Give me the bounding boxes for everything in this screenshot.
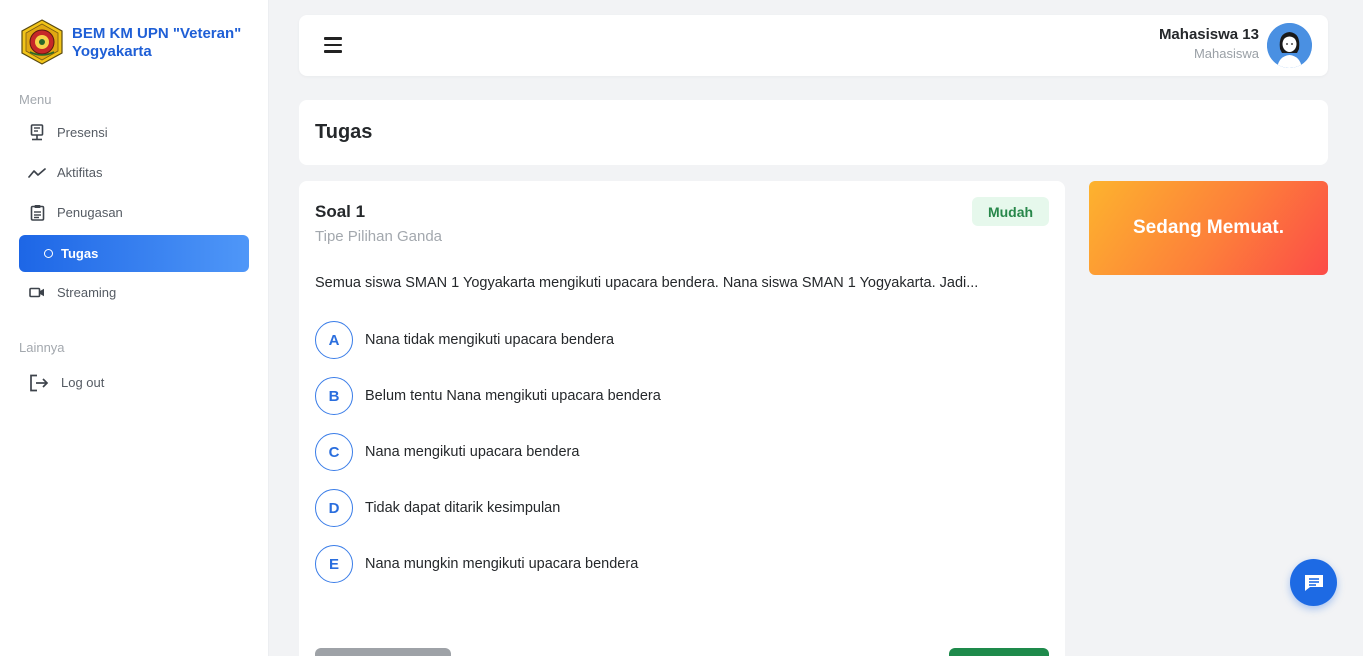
top-header: Mahasiswa 13 Mahasiswa (299, 15, 1328, 76)
page-title-card: Tugas (299, 100, 1328, 165)
option-text: Belum tentu Nana mengikuti upacara bende… (365, 388, 661, 404)
brand[interactable]: BEM KM UPN "Veteran" Yogyakarta (19, 19, 262, 65)
user-info[interactable]: Mahasiswa 13 Mahasiswa (1159, 26, 1259, 61)
option-text: Tidak dapat ditarik kesimpulan (365, 500, 561, 516)
sidebar-item-label: Presensi (57, 125, 108, 140)
menu-section-label: Menu (19, 92, 52, 107)
option-text: Nana mengikuti upacara bendera (365, 444, 580, 460)
difficulty-badge: Mudah (972, 197, 1049, 226)
loading-status-card: Sedang Memuat. (1089, 181, 1328, 275)
question-card: Soal 1 Tipe Pilihan Ganda Mudah Semua si… (299, 181, 1065, 656)
logout-button[interactable]: Log out (19, 364, 249, 401)
sidebar-item-label: Penugasan (57, 205, 123, 220)
logout-label: Log out (61, 375, 105, 390)
other-section-label: Lainnya (19, 340, 65, 355)
sidebar-item-penugasan[interactable]: Penugasan (19, 194, 249, 231)
answer-option-e[interactable]: E Nana mungkin mengikuti upacara bendera (315, 545, 638, 583)
clipboard-icon (28, 204, 46, 222)
previous-button[interactable] (315, 648, 451, 656)
question-text: Semua siswa SMAN 1 Yogyakarta mengikuti … (315, 275, 979, 291)
chat-icon (1304, 574, 1323, 591)
option-letter[interactable]: A (315, 321, 353, 359)
university-logo-icon (21, 19, 63, 65)
video-icon (28, 284, 46, 302)
sidebar-item-tugas[interactable]: Tugas (19, 235, 249, 272)
sidebar-item-label: Streaming (57, 285, 117, 300)
option-text: Nana tidak mengikuti upacara bendera (365, 332, 615, 348)
option-letter[interactable]: C (315, 433, 353, 471)
question-title: Soal 1 (315, 202, 366, 221)
option-letter[interactable]: B (315, 377, 353, 415)
sidebar-item-label: Aktifitas (57, 165, 103, 180)
sidebar-item-label: Tugas (61, 246, 99, 261)
answer-option-d[interactable]: D Tidak dapat ditarik kesimpulan (315, 489, 560, 527)
loading-status-text: Sedang Memuat. (1133, 217, 1284, 238)
user-name: Mahasiswa 13 (1158, 26, 1259, 43)
page-title: Tugas (315, 121, 373, 143)
sidebar-item-streaming[interactable]: Streaming (19, 274, 249, 311)
next-button[interactable] (949, 648, 1049, 656)
brand-name: BEM KM UPN "Veteran" Yogyakarta (72, 25, 242, 60)
hamburger-menu-icon[interactable] (324, 37, 342, 53)
user-role: Mahasiswa (1193, 46, 1259, 61)
question-type: Tipe Pilihan Ganda (315, 228, 443, 245)
circle-icon (44, 249, 53, 258)
presentation-icon (28, 124, 46, 142)
answer-option-a[interactable]: A Nana tidak mengikuti upacara bendera (315, 321, 614, 359)
logout-icon (28, 374, 50, 392)
activity-icon (28, 164, 46, 182)
avatar[interactable] (1267, 23, 1312, 68)
sidebar-item-aktifitas[interactable]: Aktifitas (19, 154, 249, 191)
sidebar-item-presensi[interactable]: Presensi (19, 114, 249, 151)
option-letter[interactable]: E (315, 545, 353, 583)
user-avatar-icon (1267, 23, 1312, 68)
option-letter[interactable]: D (315, 489, 353, 527)
sidebar: BEM KM UPN "Veteran" Yogyakarta Menu Pre… (0, 0, 269, 656)
chat-button[interactable] (1290, 559, 1337, 606)
answer-option-c[interactable]: C Nana mengikuti upacara bendera (315, 433, 579, 471)
option-text: Nana mungkin mengikuti upacara bendera (365, 556, 639, 572)
answer-option-b[interactable]: B Belum tentu Nana mengikuti upacara ben… (315, 377, 661, 415)
